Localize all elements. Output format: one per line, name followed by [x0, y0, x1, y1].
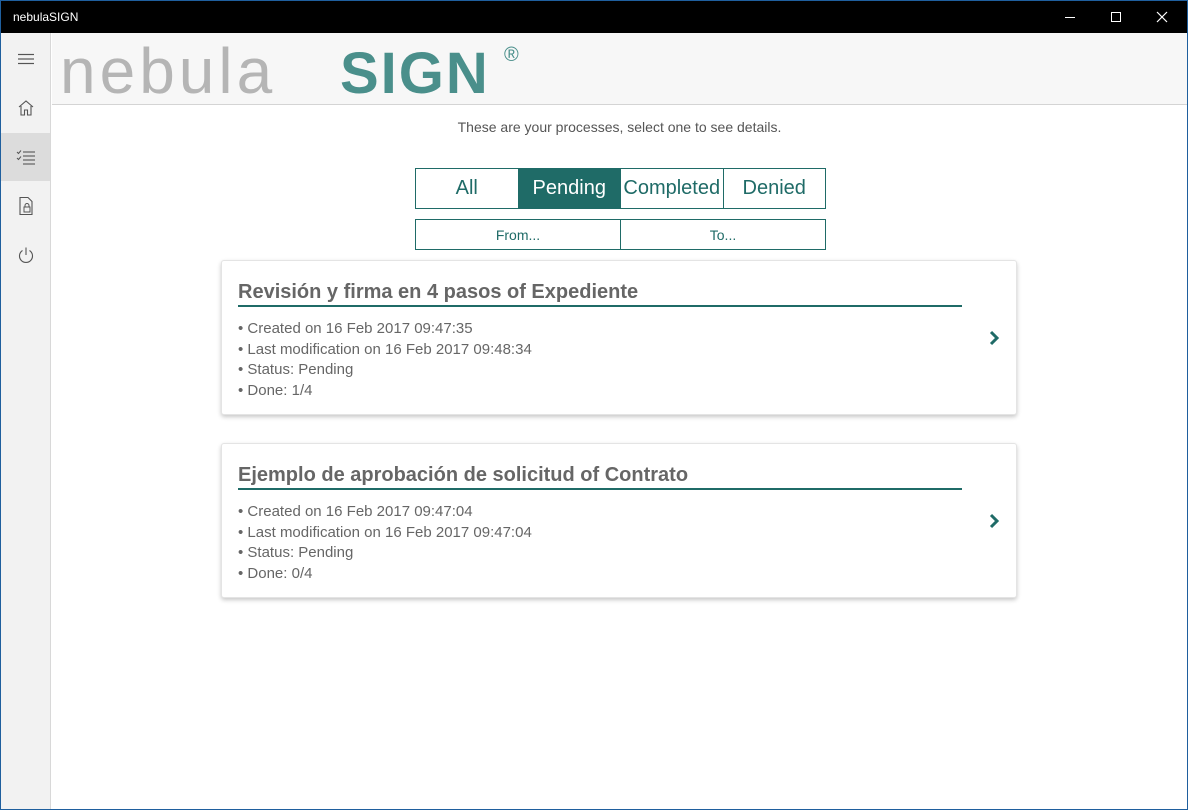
sidebar-item-logout[interactable] — [1, 231, 50, 279]
date-to-button[interactable]: To... — [621, 220, 825, 249]
nebulasign-logo: nebula SIGN ® — [60, 33, 530, 105]
sidebar-item-processes[interactable] — [1, 133, 50, 181]
document-lock-icon — [18, 196, 33, 216]
sidebar-item-documents[interactable] — [1, 182, 50, 230]
minimize-button[interactable] — [1047, 1, 1093, 33]
filter-pending[interactable]: Pending — [518, 169, 621, 208]
task-list-icon — [16, 150, 35, 165]
app-window: nebula SIGN nebula SIGN ® These are your … — [0, 0, 1188, 810]
window-title: nebulaSIGN — [13, 10, 79, 24]
process-progress: • Done: 0/4 — [238, 565, 313, 583]
date-from-button[interactable]: From... — [416, 220, 621, 249]
close-button[interactable] — [1139, 1, 1185, 33]
minimize-icon — [1065, 17, 1075, 18]
process-status: • Status: Pending — [238, 544, 354, 562]
process-details: • Created on 16 Feb 2017 09:47:04 • Last… — [238, 502, 532, 585]
created-date: • Created on 16 Feb 2017 09:47:35 — [238, 320, 473, 337]
maximize-icon — [1111, 12, 1121, 22]
logo-text-sign: SIGN — [340, 41, 490, 105]
home-icon — [18, 100, 33, 116]
close-icon — [1156, 11, 1168, 23]
process-card[interactable]: Revisión y firma en 4 pasos of Expedient… — [221, 260, 1017, 415]
chevron-right-icon[interactable] — [986, 327, 1002, 349]
sidebar-menu-button[interactable] — [1, 35, 50, 83]
nebulasign-logo-mark: nebula SIGN ® — [60, 35, 519, 105]
logo-text-nebula: nebula — [60, 35, 276, 105]
process-title: Ejemplo de aprobación de solicitud of Co… — [238, 464, 689, 486]
filter-denied[interactable]: Denied — [723, 169, 825, 208]
filter-completed[interactable]: Completed — [621, 169, 724, 208]
page-subtitle: These are your processes, select one to … — [457, 119, 782, 135]
process-progress: • Done: 1/4 — [238, 382, 313, 400]
process-details: • Created on 16 Feb 2017 09:47:35 • Last… — [238, 319, 532, 402]
chevron-right-icon[interactable] — [986, 510, 1002, 532]
process-status: • Status: Pending — [238, 361, 354, 379]
hamburger-menu-icon — [17, 53, 34, 65]
date-range-filter: From... To... — [415, 219, 826, 250]
filter-all[interactable]: All — [416, 169, 519, 208]
status-filter: All Pending Completed Denied — [415, 168, 826, 209]
title-divider — [238, 305, 962, 307]
title-bar: nebulaSIGN — [1, 1, 1187, 33]
last-modification-date: • Last modification on 16 Feb 2017 09:47… — [238, 523, 532, 541]
sidebar — [1, 33, 51, 809]
process-title: Revisión y firma en 4 pasos of Expedient… — [238, 281, 639, 303]
title-divider — [238, 488, 962, 490]
last-modification-date: • Last modification on 16 Feb 2017 09:48… — [238, 340, 532, 358]
app-header: nebula SIGN ® — [52, 33, 1187, 105]
created-date: • Created on 16 Feb 2017 09:47:04 — [238, 503, 473, 520]
sidebar-item-home[interactable] — [1, 84, 50, 132]
power-icon — [18, 247, 33, 264]
process-card[interactable]: Ejemplo de aprobación de solicitud of Co… — [221, 443, 1017, 598]
maximize-button[interactable] — [1093, 1, 1139, 33]
logo-registered-mark: ® — [504, 44, 519, 66]
